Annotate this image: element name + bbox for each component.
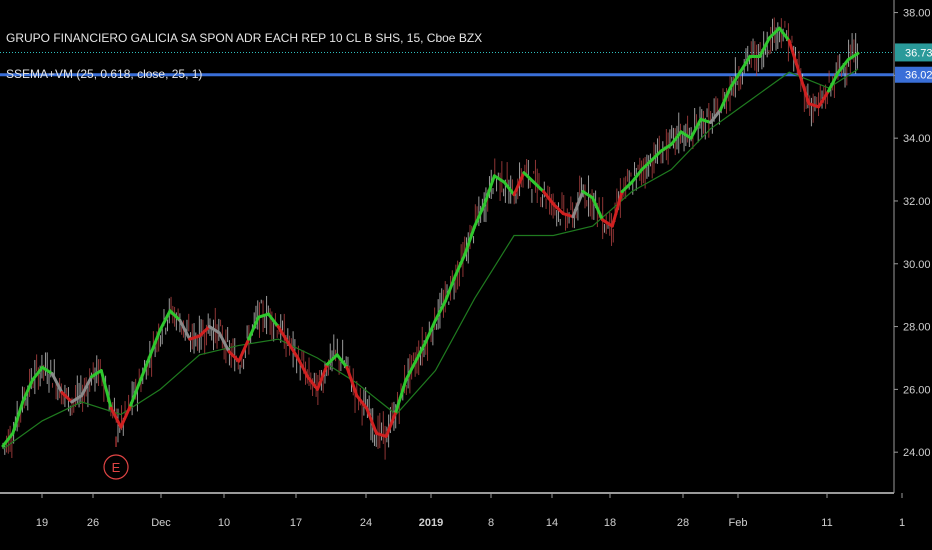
x-tick-label: 2019 (419, 517, 443, 529)
x-tick-label: 11 (821, 517, 832, 529)
y-tick-label: 32.00 (903, 196, 931, 208)
symbol-title: GRUPO FINANCIERO GALICIA SA SPON ADR EAC… (6, 31, 482, 45)
x-tick-label: 18 (604, 517, 616, 529)
x-tick-label: 26 (87, 517, 99, 529)
y-tick-label: 38.00 (903, 8, 931, 20)
y-tick-label: 30.00 (903, 259, 931, 271)
last-price-tag-label: 36.73 (905, 47, 932, 59)
y-tick-label: 24.00 (903, 447, 931, 459)
y-tick-label: 28.00 (903, 322, 931, 334)
x-tick-label: 24 (360, 517, 372, 529)
x-tick-label: Feb (729, 517, 748, 529)
level-price-tag-label: 36.02 (905, 70, 932, 82)
indicator-title[interactable]: SSEMA+VM (25, 0.618, close, 25, 1) (6, 67, 202, 81)
y-tick-label: 34.00 (903, 133, 931, 145)
price-chart[interactable]: E 24.0026.0028.0030.0032.0034.0036.0038.… (0, 0, 932, 550)
x-tick-label: 1 (899, 517, 905, 529)
x-tick-label: Dec (151, 517, 171, 529)
event-marker-label: E (112, 460, 121, 475)
x-tick-label: 17 (290, 517, 302, 529)
y-tick-label: 26.00 (903, 384, 931, 396)
x-tick-label: 14 (546, 517, 558, 529)
x-tick-label: 8 (488, 517, 494, 529)
x-tick-label: 28 (677, 517, 689, 529)
x-tick-label: 19 (36, 517, 48, 529)
x-tick-label: 10 (218, 517, 230, 529)
